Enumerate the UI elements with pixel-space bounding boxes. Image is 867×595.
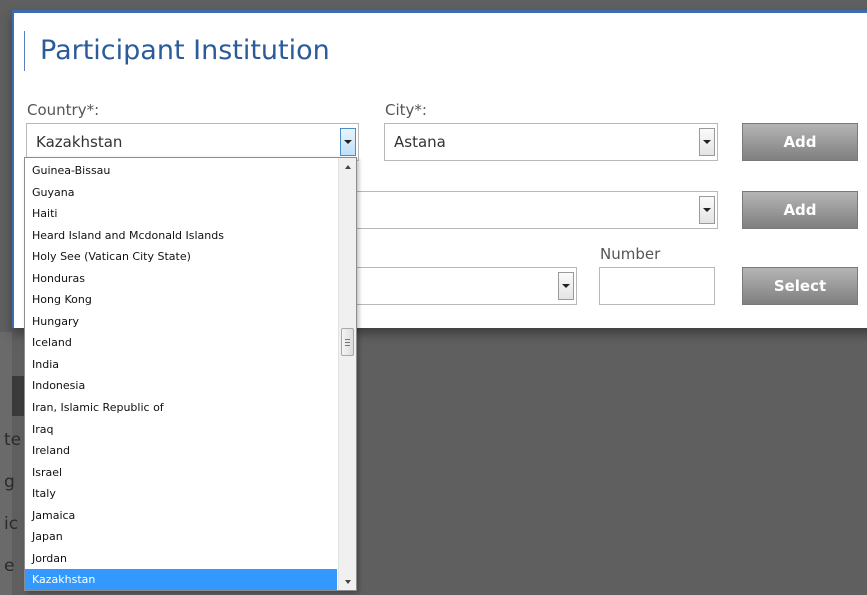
- dialog-title: Participant Institution: [40, 35, 330, 66]
- country-option[interactable]: Guyana: [25, 182, 337, 204]
- country-label: Country*:: [27, 101, 100, 119]
- country-option[interactable]: Iran, Islamic Republic of: [25, 397, 337, 419]
- grip-icon: [345, 338, 350, 346]
- number-label: Number: [600, 245, 661, 263]
- country-option[interactable]: Israel: [25, 462, 337, 484]
- country-option[interactable]: Ireland: [25, 440, 337, 462]
- city-select[interactable]: Astana: [384, 123, 718, 161]
- country-option[interactable]: Italy: [25, 483, 337, 505]
- city-dropdown-arrow-icon[interactable]: [699, 128, 715, 156]
- country-option[interactable]: Indonesia: [25, 375, 337, 397]
- city-label: City*:: [385, 101, 427, 119]
- scroll-up-arrow-icon[interactable]: [339, 158, 356, 175]
- country-dropdown-arrow-icon[interactable]: [340, 128, 356, 156]
- country-option[interactable]: Iceland: [25, 332, 337, 354]
- title-accent-bar: [24, 31, 25, 71]
- background-text: ic: [4, 514, 19, 534]
- second-dropdown-arrow-icon[interactable]: [699, 196, 715, 224]
- country-option-selected[interactable]: Kazakhstan: [25, 569, 337, 590]
- background-text: g: [4, 472, 15, 492]
- country-option[interactable]: India: [25, 354, 337, 376]
- scrollbar-thumb[interactable]: [341, 328, 354, 356]
- country-option[interactable]: Hungary: [25, 311, 337, 333]
- country-option[interactable]: Guinea-Bissau: [25, 160, 337, 182]
- add-city-button[interactable]: Add: [742, 123, 858, 161]
- country-option[interactable]: Haiti: [25, 203, 337, 225]
- country-options: Guinea-Bissau Guyana Haiti Heard Island …: [25, 160, 337, 590]
- country-option[interactable]: Jamaica: [25, 505, 337, 527]
- country-option[interactable]: Hong Kong: [25, 289, 337, 311]
- country-dropdown-list[interactable]: Guinea-Bissau Guyana Haiti Heard Island …: [24, 157, 357, 591]
- country-option[interactable]: Holy See (Vatican City State): [25, 246, 337, 268]
- dropdown-scrollbar[interactable]: [338, 158, 356, 590]
- country-select-value: Kazakhstan: [36, 133, 123, 151]
- third-dropdown-arrow-icon[interactable]: [558, 272, 574, 300]
- country-option[interactable]: Heard Island and Mcdonald Islands: [25, 225, 337, 247]
- country-option[interactable]: Honduras: [25, 268, 337, 290]
- country-option[interactable]: Jordan: [25, 548, 337, 570]
- scroll-down-arrow-icon[interactable]: [339, 573, 356, 590]
- number-input[interactable]: [599, 267, 715, 305]
- country-option[interactable]: Iraq: [25, 419, 337, 441]
- background-text: e: [4, 556, 15, 576]
- add-second-button[interactable]: Add: [742, 191, 858, 229]
- country-select[interactable]: Kazakhstan: [26, 123, 359, 161]
- country-option[interactable]: Japan: [25, 526, 337, 548]
- select-button[interactable]: Select: [742, 267, 858, 305]
- city-select-value: Astana: [394, 133, 446, 151]
- background-text: te: [4, 430, 22, 450]
